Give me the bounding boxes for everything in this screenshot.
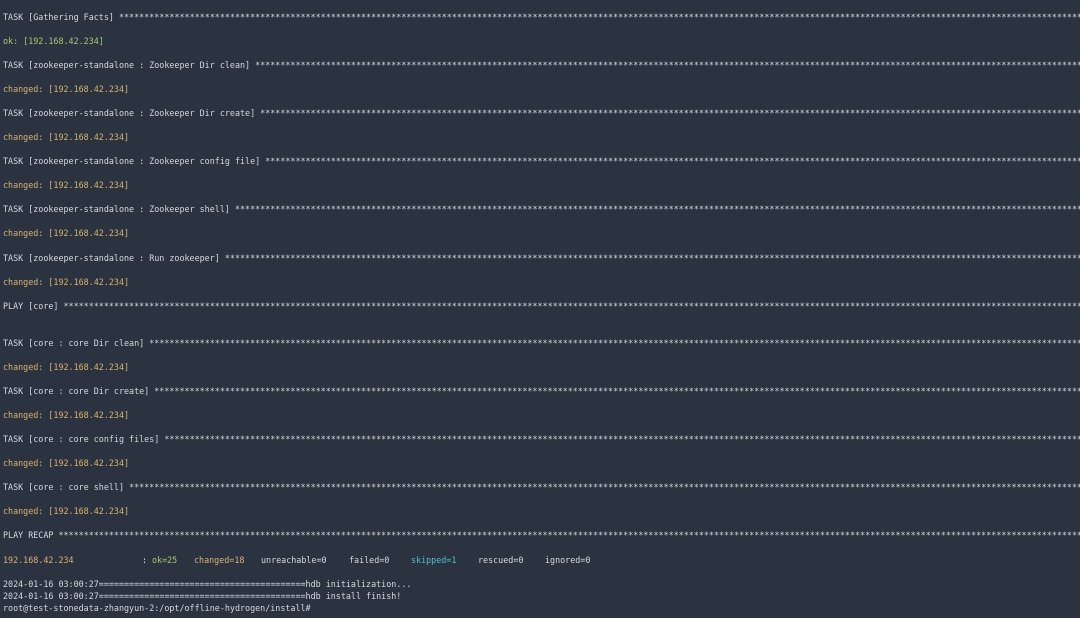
- task-line: TASK [core : core Dir create] **********…: [3, 386, 1080, 396]
- task-stars: ****************************************…: [63, 301, 1080, 311]
- task-stars: ****************************************…: [58, 530, 1080, 540]
- recap-row: 192.168.42.234 : ok=25 changed=18 unreac…: [0, 555, 1080, 565]
- status-line-ok: ok: [192.168.42.234]: [3, 36, 104, 46]
- task-stars: ****************************************…: [149, 338, 1080, 348]
- play-recap-line: PLAY RECAP *****************************…: [3, 530, 1080, 540]
- task-stars: ****************************************…: [164, 434, 1080, 444]
- task-line: TASK [zookeeper-standalone : Zookeeper s…: [3, 204, 1080, 214]
- task-line: TASK [zookeeper-standalone : Run zookeep…: [3, 253, 1080, 263]
- recap-failed: failed=0: [349, 555, 390, 565]
- task-stars: ****************************************…: [255, 60, 1080, 70]
- task-stars: ****************************************…: [118, 12, 1080, 22]
- task-header: TASK [core : core Dir clean]: [3, 338, 150, 348]
- status-line-changed: changed: [192.168.42.234]: [3, 180, 130, 190]
- task-line: TASK [zookeeper-standalone : Zookeeper D…: [3, 60, 1080, 70]
- task-header: TASK [core : core shell]: [3, 482, 130, 492]
- recap-ok: ok=25: [152, 555, 178, 565]
- status-line-changed: changed: [192.168.42.234]: [3, 410, 130, 420]
- status-line-changed: changed: [192.168.42.234]: [3, 362, 130, 372]
- task-header: TASK [zookeeper-standalone : Zookeeper D…: [3, 60, 256, 70]
- recap-unreachable: unreachable=0: [261, 555, 327, 565]
- play-header: PLAY [core]: [3, 301, 64, 311]
- recap-separator: :: [142, 555, 153, 565]
- task-line: TASK [zookeeper-standalone : Zookeeper D…: [3, 108, 1080, 118]
- recap-ignored: ignored=0: [545, 555, 591, 565]
- status-line-changed: changed: [192.168.42.234]: [3, 132, 130, 142]
- task-stars: ****************************************…: [154, 386, 1080, 396]
- task-line: TASK [core : core config files] ********…: [3, 434, 1080, 444]
- status-line-changed: changed: [192.168.42.234]: [3, 228, 130, 238]
- recap-host: 192.168.42.234: [3, 555, 74, 565]
- status-line-changed: changed: [192.168.42.234]: [3, 84, 130, 94]
- task-stars: ****************************************…: [129, 482, 1080, 492]
- terminal-window[interactable]: TASK [Gathering Facts] *****************…: [0, 0, 1080, 618]
- task-header: TASK [zookeeper-standalone : Zookeeper s…: [3, 204, 235, 214]
- status-line-changed: changed: [192.168.42.234]: [3, 277, 130, 287]
- log-line-install-finish: 2024-01-16 03:00:27=====================…: [3, 591, 402, 601]
- status-line-changed: changed: [192.168.42.234]: [3, 506, 130, 516]
- task-line: TASK [zookeeper-standalone : Zookeeper c…: [3, 156, 1080, 166]
- task-stars: ****************************************…: [224, 253, 1080, 263]
- task-header: TASK [core : core Dir create]: [3, 386, 155, 396]
- task-header: TASK [zookeeper-standalone : Run zookeep…: [3, 253, 225, 263]
- task-line: TASK [Gathering Facts] *****************…: [3, 12, 1080, 22]
- status-line-changed: changed: [192.168.42.234]: [3, 458, 130, 468]
- task-header: TASK [Gathering Facts]: [3, 12, 119, 22]
- task-line: TASK [core : core shell] ***************…: [3, 482, 1080, 492]
- log-line-initialization: 2024-01-16 03:00:27=====================…: [3, 579, 412, 589]
- recap-skipped: skipped=1: [411, 555, 457, 565]
- play-line: PLAY [core] ****************************…: [3, 301, 1080, 311]
- shell-prompt[interactable]: root@test-stonedata-zhangyun-2:/opt/offl…: [3, 603, 311, 613]
- task-header: TASK [core : core config files]: [3, 434, 165, 444]
- task-stars: ****************************************…: [234, 204, 1080, 214]
- task-stars: ****************************************…: [265, 156, 1080, 166]
- task-line: TASK [core : core Dir clean] ***********…: [3, 338, 1080, 348]
- recap-rescued: rescued=0: [478, 555, 524, 565]
- task-stars: ****************************************…: [260, 108, 1080, 118]
- task-header: TASK [zookeeper-standalone : Zookeeper D…: [3, 108, 261, 118]
- task-header: TASK [zookeeper-standalone : Zookeeper c…: [3, 156, 266, 166]
- play-recap-header: PLAY RECAP: [3, 530, 59, 540]
- recap-changed: changed=18: [194, 555, 245, 565]
